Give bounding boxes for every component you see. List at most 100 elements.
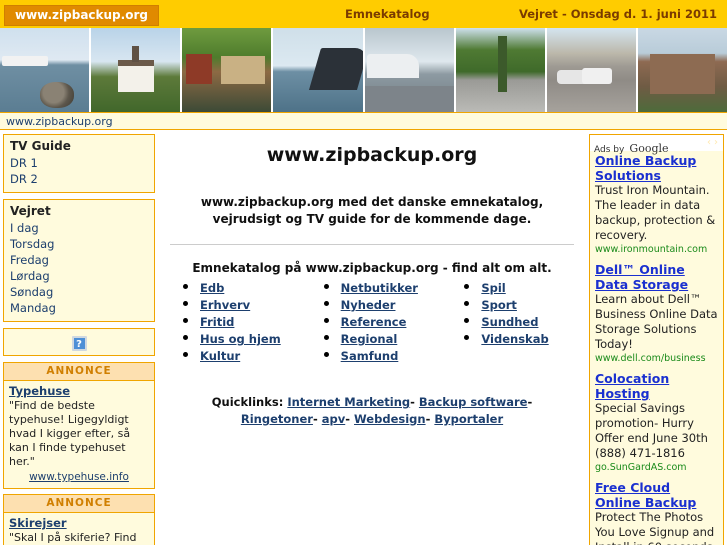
annonce-header-2: ANNONCE <box>3 494 155 512</box>
google-logo: Google <box>629 142 669 155</box>
ads-by-label: Ads by <box>594 145 625 155</box>
quicklink-internet-marketing[interactable]: Internet Marketing <box>287 395 410 409</box>
sidebar: TV Guide DR 1 DR 2 Vejret I dag Torsdag … <box>0 130 158 545</box>
tv-guide-title: TV Guide <box>10 139 71 153</box>
catalog-heading: Emnekatalog på www.zipbackup.org - find … <box>192 261 552 275</box>
quicklinks-sep-2: - <box>527 395 533 409</box>
list-item: Videnskab <box>481 330 580 347</box>
quicklink-byportaler[interactable]: Byportaler <box>434 412 503 426</box>
google-ad-desc-1: Trust Iron Mountain. The leader in data … <box>595 183 716 242</box>
category-link-erhverv[interactable]: Erhverv <box>200 298 250 312</box>
quicklinks-label: Quicklinks: <box>211 395 284 409</box>
sidebar-ad-title-skirejser[interactable]: Skirejser <box>9 516 149 530</box>
category-link-regional[interactable]: Regional <box>341 332 398 346</box>
list-item: Sport <box>481 296 580 313</box>
category-link-kultur[interactable]: Kultur <box>200 349 240 363</box>
sidebar-ad-text-skirejser: "Skal I på skiferie? Find jeres skiferie… <box>9 531 137 544</box>
photo-banner-strip <box>0 28 727 112</box>
ads-by-google-header: Ads by Google ‹› <box>590 135 723 155</box>
google-ad-desc-3: Special Savings promotion- Hurry Offer e… <box>595 401 708 460</box>
quicklinks: Quicklinks: Internet Marketing- Backup s… <box>182 394 562 428</box>
google-ad-url-2[interactable]: www.dell.com/business <box>595 352 718 365</box>
banner-photo-city-street <box>546 28 638 112</box>
sidebar-item-torsdag[interactable]: Torsdag <box>10 236 148 252</box>
category-link-hus-og-hjem[interactable]: Hus og hjem <box>200 332 281 346</box>
category-link-sundhed[interactable]: Sundhed <box>481 315 538 329</box>
quicklink-ringetoner[interactable]: Ringetoner <box>241 412 313 426</box>
site-logo[interactable]: www.zipbackup.org <box>4 5 159 26</box>
google-ad-4: Free Cloud Online Backup Protect The Pho… <box>590 478 723 545</box>
sidebar-box-help: ? <box>3 328 155 356</box>
category-link-sport[interactable]: Sport <box>481 298 517 312</box>
category-link-nyheder[interactable]: Nyheder <box>341 298 396 312</box>
sidebar-box-vejret: Vejret I dag Torsdag Fredag Lørdag Sønda… <box>3 199 155 322</box>
breadcrumb-link[interactable]: www.zipbackup.org <box>6 115 113 128</box>
quicklink-webdesign[interactable]: Webdesign <box>354 412 426 426</box>
question-mark-icon[interactable]: ? <box>71 336 87 351</box>
list-item: Reference <box>341 313 440 330</box>
category-link-fritid[interactable]: Fritid <box>200 315 234 329</box>
chevron-left-icon[interactable]: ‹ <box>707 137 714 148</box>
list-item: Erhverv <box>200 296 299 313</box>
quicklink-backup-software[interactable]: Backup software <box>419 395 528 409</box>
quicklinks-sep-5: - <box>425 412 431 426</box>
sidebar-item-dr1[interactable]: DR 1 <box>10 155 148 171</box>
breadcrumb[interactable]: www.zipbackup.org <box>0 112 727 130</box>
google-ad-title-free-cloud-online-backup[interactable]: Free Cloud Online Backup <box>595 480 718 510</box>
google-ad-2: Dell™ Online Data Storage Learn about De… <box>590 260 723 365</box>
list-item: Hus og hjem <box>200 330 299 347</box>
category-link-netbutikker[interactable]: Netbutikker <box>341 281 418 295</box>
banner-photo-ferry <box>364 28 456 112</box>
sidebar-item-dr2[interactable]: DR 2 <box>10 171 148 187</box>
quicklinks-sep-4: - <box>345 412 351 426</box>
sidebar-item-idag[interactable]: I dag <box>10 220 148 236</box>
page-title: www.zipbackup.org <box>266 144 478 166</box>
sidebar-item-fredag[interactable]: Fredag <box>10 252 148 268</box>
top-bar: www.zipbackup.org Emnekatalog Vejret - O… <box>0 0 727 28</box>
category-link-videnskab[interactable]: Videnskab <box>481 332 548 346</box>
category-link-reference[interactable]: Reference <box>341 315 407 329</box>
google-ad-title-colocation-hosting[interactable]: Colocation Hosting <box>595 371 718 401</box>
sidebar-item-mandag[interactable]: Mandag <box>10 300 148 316</box>
banner-photo-ship-bow <box>273 28 365 112</box>
google-ad-3: Colocation Hosting Special Savings promo… <box>590 369 723 474</box>
banner-photo-red-houses <box>182 28 274 112</box>
sidebar-item-lordag[interactable]: Lørdag <box>10 268 148 284</box>
list-item: Edb <box>200 279 299 296</box>
sidebar-ad-typehuse: Typehuse "Find de bedste typehuse! Ligeg… <box>3 380 155 489</box>
chevron-right-icon[interactable]: › <box>714 137 721 148</box>
banner-photo-brick-castle <box>637 28 727 112</box>
vejret-title: Vejret <box>10 204 51 218</box>
main-content: www.zipbackup.org www.zipbackup.org med … <box>158 130 586 428</box>
quicklink-apv[interactable]: apv <box>322 412 346 426</box>
sidebar-ad-skirejser: Skirejser "Skal I på skiferie? Find jere… <box>3 512 155 545</box>
google-ad-title-dell-online-data-storage[interactable]: Dell™ Online Data Storage <box>595 262 718 292</box>
list-item: Nyheder <box>341 296 440 313</box>
list-item: Spil <box>481 279 580 296</box>
sidebar-ad-text-typehuse: "Find de bedste typehuse! Ligegyldigt hv… <box>9 399 131 468</box>
category-column-1: Edb Erhverv Fritid Hus og hjem Kultur <box>182 279 299 364</box>
sidebar-ad-url-typehuse[interactable]: www.typehuse.info <box>9 471 149 483</box>
category-link-spil[interactable]: Spil <box>481 281 505 295</box>
page-intro: www.zipbackup.org med det danske emnekat… <box>200 195 544 226</box>
category-link-edb[interactable]: Edb <box>200 281 224 295</box>
banner-photo-tree-street <box>455 28 547 112</box>
sidebar-ad-title-typehuse[interactable]: Typehuse <box>9 384 149 398</box>
list-item: Kultur <box>200 347 299 364</box>
google-ads-box: Ads by Google ‹› Online Backup Solutions… <box>589 134 724 545</box>
topbar-emnekatalog-link[interactable]: Emnekatalog <box>345 7 430 21</box>
category-link-samfund[interactable]: Samfund <box>341 349 399 363</box>
sidebar-item-sondag[interactable]: Søndag <box>10 284 148 300</box>
page-body: TV Guide DR 1 DR 2 Vejret I dag Torsdag … <box>0 130 727 545</box>
google-ad-1: Online Backup Solutions Trust Iron Mount… <box>590 151 723 256</box>
google-ad-url-3[interactable]: go.SunGardAS.com <box>595 461 718 474</box>
google-ad-url-1[interactable]: www.ironmountain.com <box>595 243 718 256</box>
list-item: Netbutikker <box>341 279 440 296</box>
quicklinks-sep-1: - <box>410 395 415 409</box>
google-ad-title-online-backup-solutions[interactable]: Online Backup Solutions <box>595 153 718 183</box>
ads-column: Ads by Google ‹› Online Backup Solutions… <box>586 130 727 545</box>
list-item: Regional <box>341 330 440 347</box>
google-ad-desc-2: Learn about Dell™ Business Online Data S… <box>595 292 718 351</box>
topbar-weather-date[interactable]: Vejret - Onsdag d. 1. juni 2011 <box>519 7 717 21</box>
ads-nav-arrows[interactable]: ‹› <box>707 137 721 148</box>
